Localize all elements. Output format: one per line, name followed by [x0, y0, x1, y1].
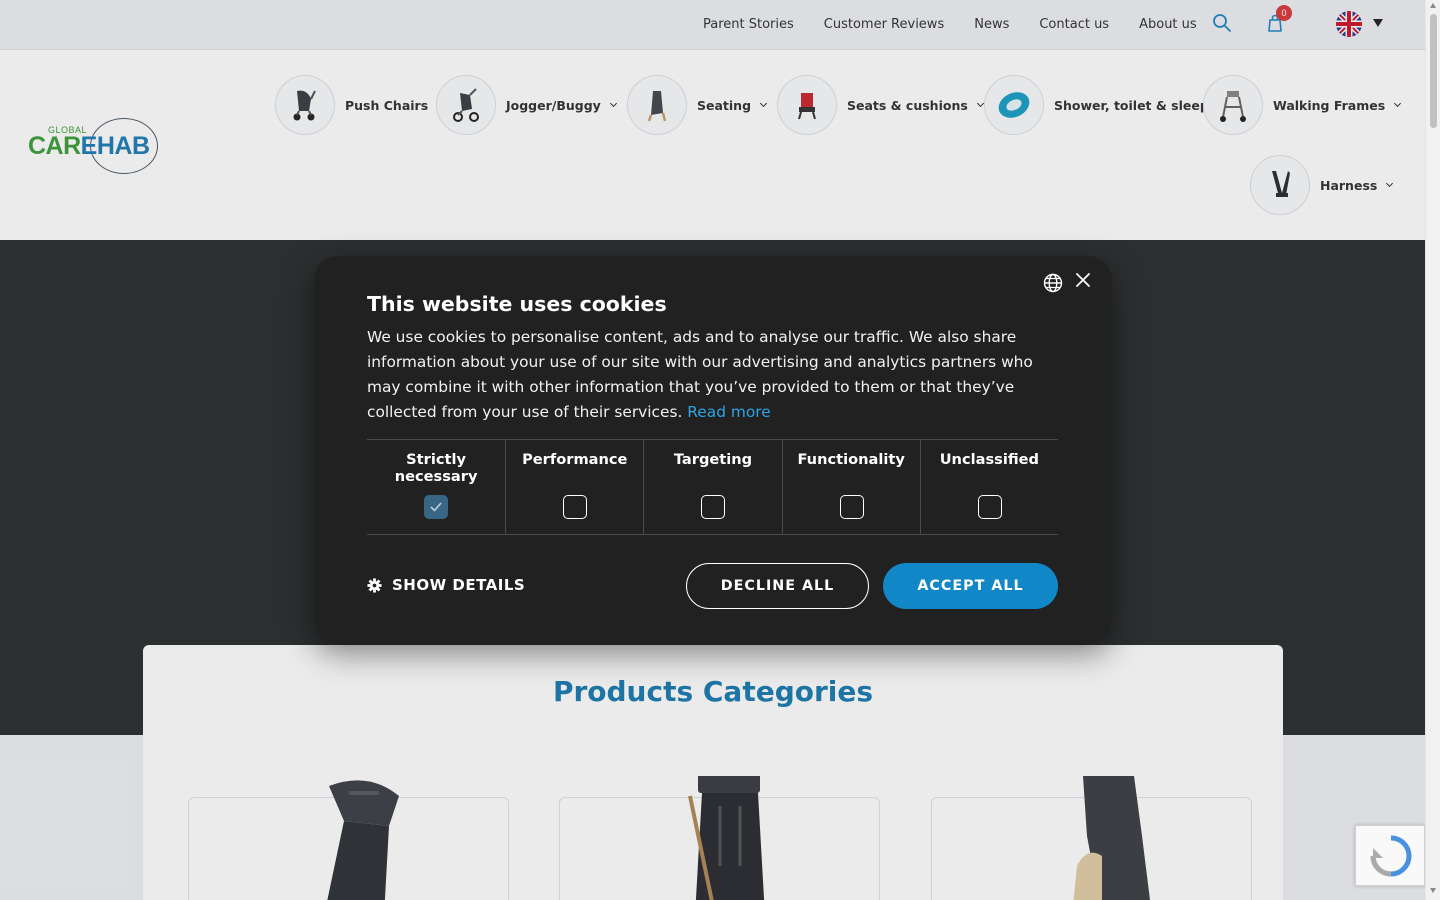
- link-customer-reviews[interactable]: Customer Reviews: [824, 17, 944, 32]
- nav-label: Push Chairs: [345, 97, 429, 113]
- logo-e-text: E: [80, 132, 98, 160]
- gear-icon: [367, 577, 382, 593]
- nav-item-push-chairs[interactable]: Push Chairs: [275, 75, 428, 135]
- jogger-buggy-icon: [436, 75, 496, 135]
- cookie-categories: Strictly necessary Performance Targeting…: [367, 439, 1058, 535]
- page-scrollbar[interactable]: [1425, 0, 1440, 900]
- scroll-down-arrow-icon[interactable]: [1430, 888, 1436, 893]
- nav-item-seating[interactable]: Seating: [627, 75, 768, 135]
- scroll-up-arrow-icon[interactable]: [1430, 3, 1436, 8]
- decline-all-button[interactable]: DECLINE ALL: [686, 563, 869, 609]
- read-more-link[interactable]: Read more: [687, 403, 770, 421]
- nav-item-walking-frames[interactable]: Walking Frames: [1203, 75, 1402, 135]
- link-about-us[interactable]: About us: [1139, 17, 1197, 32]
- nav-label: Seats & cushions: [847, 97, 968, 113]
- nav-item-harness[interactable]: Harness: [1250, 155, 1394, 215]
- product-card[interactable]: [188, 780, 509, 900]
- close-icon[interactable]: [1076, 273, 1090, 287]
- pushchair-product-image: [327, 780, 399, 900]
- chevron-down-icon: [759, 99, 768, 107]
- scrollbar-thumb[interactable]: [1430, 14, 1437, 128]
- link-news[interactable]: News: [974, 17, 1009, 32]
- recaptcha-badge[interactable]: [1355, 825, 1425, 886]
- uk-flag-icon[interactable]: [1336, 11, 1362, 37]
- top-links: Parent Stories Customer Reviews News Con…: [703, 17, 1197, 32]
- show-details-button[interactable]: SHOW DETAILS: [367, 576, 525, 594]
- cookie-dialog-body: We use cookies to personalise content, a…: [367, 325, 1067, 425]
- chevron-down-icon: [1394, 99, 1402, 107]
- push-chair-icon: [275, 75, 335, 135]
- product-card[interactable]: [931, 776, 1252, 900]
- nav-label: Walking Frames: [1273, 97, 1386, 113]
- show-details-label: SHOW DETAILS: [392, 576, 526, 594]
- seat-cushion-icon: [777, 75, 837, 135]
- top-utility-bar: Parent Stories Customer Reviews News Con…: [0, 0, 1425, 50]
- accept-all-button[interactable]: ACCEPT ALL: [883, 563, 1058, 609]
- category-targeting: Targeting: [643, 440, 781, 534]
- category-label: Functionality: [797, 451, 905, 468]
- functionality-checkbox[interactable]: [839, 495, 864, 519]
- chevron-down-icon: [1386, 179, 1394, 187]
- harness-icon: [1250, 155, 1310, 215]
- nav-label: Shower, toilet & sleep: [1054, 97, 1209, 113]
- unclassified-checkbox[interactable]: [977, 495, 1002, 519]
- logo-care-text: CAR: [28, 132, 81, 160]
- category-label: Strictly necessary: [394, 451, 478, 485]
- nav-item-seats-cushions[interactable]: Seats & cushions: [777, 75, 984, 135]
- performance-checkbox[interactable]: [563, 495, 588, 519]
- nav-label: Jogger/Buggy: [506, 97, 601, 113]
- seat-product-image: [688, 776, 765, 900]
- shower-toilet-icon: [984, 75, 1044, 135]
- strictly-necessary-checkbox[interactable]: [424, 495, 448, 519]
- product-card[interactable]: [559, 776, 880, 900]
- targeting-checkbox[interactable]: [701, 495, 726, 519]
- category-unclassified: Unclassified: [919, 440, 1058, 534]
- seating-icon: [627, 75, 687, 135]
- search-icon[interactable]: [1212, 13, 1232, 33]
- category-strictly-necessary: Strictly necessary: [367, 440, 505, 534]
- category-label: Targeting: [673, 451, 753, 468]
- link-contact-us[interactable]: Contact us: [1039, 17, 1109, 32]
- category-performance: Performance: [505, 440, 643, 534]
- walking-frame-icon: [1203, 75, 1263, 135]
- nav-item-jogger-buggy[interactable]: Jogger/Buggy: [436, 75, 617, 135]
- nav-label: Seating: [697, 97, 752, 113]
- site-logo[interactable]: GLOBAL CAREHAB: [28, 118, 160, 176]
- logo-wordmark: CAREHAB: [28, 132, 150, 161]
- globe-icon[interactable]: [1043, 273, 1063, 293]
- checkmark-icon: [430, 502, 442, 512]
- language-caret-icon[interactable]: [1373, 19, 1383, 27]
- chevron-down-icon: [609, 99, 617, 107]
- products-categories-title: Products Categories: [552, 675, 874, 708]
- cookie-consent-dialog: This website uses cookies We use cookies…: [314, 256, 1112, 643]
- nav-item-shower-toilet-sleep[interactable]: Shower, toilet & sleep: [984, 75, 1209, 135]
- recaptcha-icon: [1370, 835, 1412, 877]
- logo-hab-text: HAB: [96, 132, 150, 160]
- nav-label: Harness: [1320, 177, 1378, 193]
- site-header: GLOBAL CAREHAB Push Chairs Jogger/Buggy …: [0, 50, 1425, 240]
- category-functionality: Functionality: [781, 440, 920, 534]
- chevron-down-icon: [976, 99, 984, 107]
- category-label: Unclassified: [939, 451, 1039, 468]
- link-parent-stories[interactable]: Parent Stories: [703, 17, 794, 32]
- category-label: Performance: [522, 451, 628, 468]
- bike-seat-product-image: [1073, 776, 1150, 900]
- cookie-dialog-title: This website uses cookies: [367, 292, 667, 316]
- cart-count-badge: 0: [1276, 5, 1292, 21]
